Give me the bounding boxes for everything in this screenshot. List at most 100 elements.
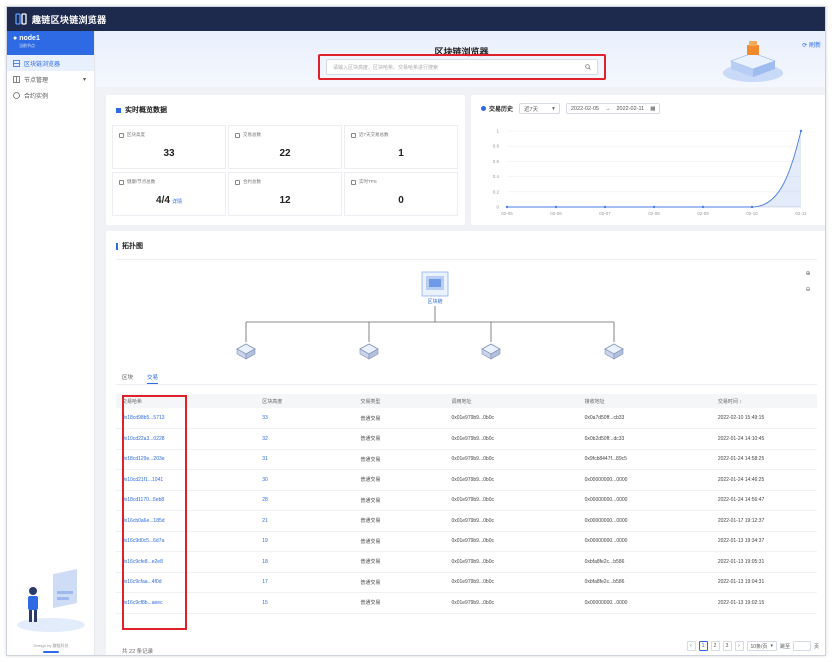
table-row: 0x18cd98b5...5713 33 普通交易 0x01e979b9...0b0c… [116,408,817,429]
stat-icon [351,179,356,185]
goto-label: 跳至 [779,643,790,650]
data-point [554,205,558,209]
block-height-link[interactable]: 32 [256,428,355,450]
column-header[interactable]: 交易时间 ↕ [711,394,817,408]
sidebar: ● node1 当前节点 区块链浏览器 节点管理 ▾ 合约实例 Design by… [7,31,95,655]
sidebar-item-label: 区块链浏览器 [24,61,61,68]
history-header: 交易历史 近7天 ▾ 2022-02-05 → 2022-02-11 ▦ [481,103,661,114]
refresh-label: 刷新 [808,43,821,49]
search-highlight-box [318,54,606,80]
sidebar-item-explorer[interactable]: 区块链浏览器 [7,55,94,71]
page-size-select[interactable]: 10条/页 ▾ [746,641,777,651]
series-area [507,131,801,207]
tab-transactions[interactable]: 交易 [147,373,159,384]
detail-link[interactable]: 详情 [172,199,182,205]
column-header: 调用地址 [445,394,579,408]
block-height-link[interactable]: 19 [256,531,355,552]
table-cell: 0x01e979b9...0b0c [445,449,579,470]
topology-title: 拓扑图 [116,241,143,251]
table-row: 0x16c9cfaa...4f0d 17 普通交易 0x01e979b9...0b0c… [116,572,817,593]
tabs-divider [116,384,817,385]
sidebar-item-nodes[interactable]: 节点管理 ▾ [7,71,94,87]
page-number-button[interactable]: 1 [698,641,708,651]
stat-value: 0 [398,195,404,206]
sidebar-item-label: 节点管理 [24,77,49,84]
table-cell: 2022-01-13 19:04:31 [711,572,817,593]
transaction-table: 交易哈希 区块高度 交易类型 调用地址 接收地址 交易时间 ↕ 0x18cd98b5...… [116,394,817,614]
table-cell: 普通交易 [354,531,446,552]
next-page-button[interactable]: › [734,641,744,651]
zoom-out-icon[interactable]: ⊖ [803,284,813,294]
data-point [799,129,803,133]
app-logo-icon [15,13,27,25]
table-cell: 2022-01-13 19:02:15 [711,592,817,614]
x-tick-label: 02-08 [648,211,660,216]
total-records: 共 22 条记录 [122,649,154,655]
table-cell: 0xbfa8fe2c...b586 [578,572,712,593]
sidebar-scroll-indicator [43,651,59,653]
table-cell: 0x01e979b9...0b0c [445,551,579,573]
table-cell: 0x01e979b9...0b0c [445,572,579,593]
app-title: 趣链区块链浏览器 [32,14,107,25]
topology-card: 拓扑图 区块链 ⊕ ⊖ 区块 交易 交易哈希 区块高度 交易类型 调用地址 接收… [106,231,825,655]
goto-page-input[interactable] [792,641,811,651]
node-icon[interactable] [481,343,501,360]
range-select[interactable]: 近7天 ▾ [519,103,560,114]
data-point [652,205,656,209]
table-cell: 普通交易 [354,469,446,491]
stat-label-text: 近7天交易总数 [359,132,389,137]
block-height-link[interactable]: 28 [256,490,355,511]
title-marker-icon [116,107,121,113]
history-title-text: 交易历史 [489,107,514,113]
page-number-button[interactable]: 3 [722,641,732,651]
table-cell: 2022-01-17 19:12:37 [711,510,817,532]
calendar-icon: ▦ [650,105,656,112]
tab-blocks[interactable]: 区块 [122,373,133,384]
x-tick-label: 02-07 [599,211,611,216]
refresh-button[interactable]: ⟳ 刷新 [802,40,821,49]
blockchain-illustration [723,41,783,82]
block-height-link[interactable]: 15 [256,592,355,614]
table-cell: 2022-02-10 15:49:15 [711,408,817,429]
zoom-in-icon[interactable]: ⊕ [803,268,813,278]
page-size-value: 10条/页 [750,643,768,650]
node-selector[interactable]: ● node1 当前节点 [7,31,94,55]
stat-value: 1 [398,148,404,159]
table-cell: 普通交易 [354,572,446,593]
table-cell: 0x0a7d50ff...cb33 [578,408,712,429]
block-height-link[interactable]: 18 [256,551,355,573]
prev-page-button[interactable]: ‹ [686,641,696,651]
block-height-link[interactable]: 31 [256,449,355,470]
transaction-history-card: 交易历史 近7天 ▾ 2022-02-05 → 2022-02-11 ▦ 0 0.2… [471,95,825,225]
stat-label: 交易总数 [235,132,261,138]
page-unit-label: 页 [813,643,819,650]
node-icon[interactable] [604,343,624,360]
table-cell: 0xbfa8fe2c...b586 [578,551,712,573]
table-cell: 普通交易 [354,449,446,470]
stat-label-text: 交易总数 [243,132,261,137]
date-range-picker[interactable]: 2022-02-05 → 2022-02-11 ▦ [565,103,661,114]
node-icon[interactable] [359,343,379,360]
table-cell: 普通交易 [354,592,446,614]
realtime-stats-card: 实时概览数据 区块高度 33 交易总数 22 近7天交易总数 1 健康/节点总数 4/4 详情 合… [106,95,465,225]
sidebar-item-contracts[interactable]: 合约实例 [7,87,94,103]
block-height-link[interactable]: 33 [256,408,355,429]
y-tick-label: 0.2 [493,189,500,194]
column-header: 区块高度 [256,394,355,408]
column-header: 接收地址 [578,394,712,408]
explorer-icon [13,59,20,67]
blockchain-center-icon[interactable] [421,271,449,297]
table-row: 0x16c9d0c5...6d7a 19 普通交易 0x01e979b9...0b0c… [116,531,817,552]
table-cell: 0x0b2d50ff...dc33 [578,428,712,450]
series-line [507,130,802,208]
table-cell: 0x00000000...0000 [578,490,712,511]
page-number-button[interactable]: 2 [710,641,720,651]
table-cell: 2022-01-13 19:05:31 [711,551,817,573]
block-height-link[interactable]: 21 [256,510,355,532]
node-icon[interactable] [236,343,256,360]
pagination: ‹ 123 › 10条/页 ▾ 跳至 页 [686,641,819,651]
stat-label-text: 健康/节点总数 [127,179,156,184]
block-height-link[interactable]: 30 [256,469,355,491]
block-height-link[interactable]: 17 [256,572,355,593]
stat-label-text: 合约总数 [243,179,261,184]
